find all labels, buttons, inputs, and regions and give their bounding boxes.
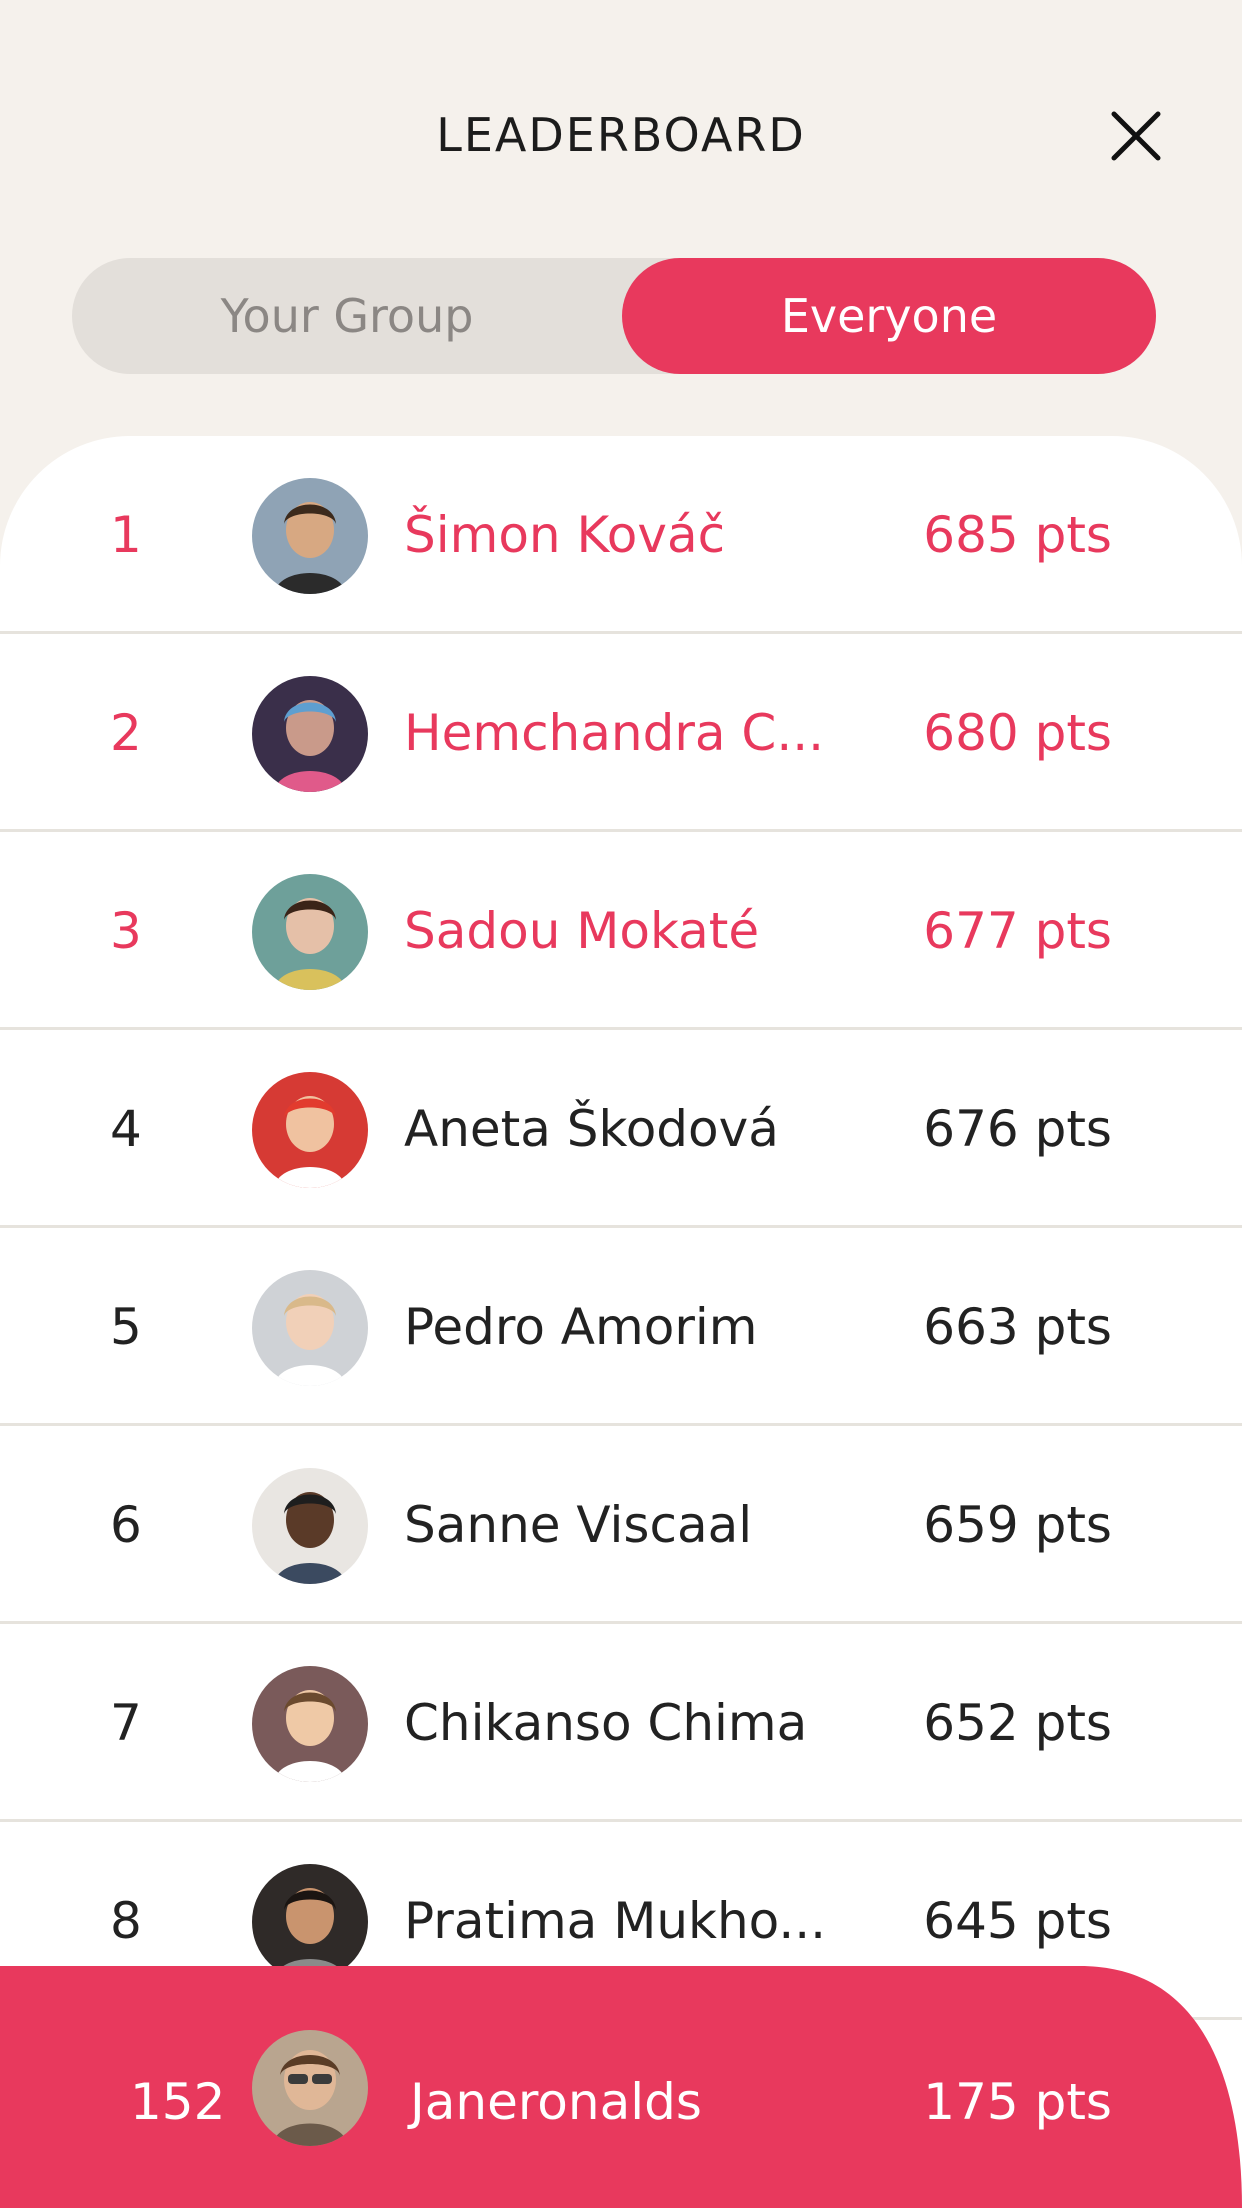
close-button[interactable] [1108,108,1164,164]
rank-number: 5 [110,1298,142,1356]
page-title: LEADERBOARD [436,108,806,162]
tab-your-group[interactable]: Your Group [72,258,622,374]
player-name: Chikanso Chima [404,1694,808,1752]
player-points: 663 pts [923,1298,1112,1356]
avatar [252,676,368,792]
current-user-rank: 152 [130,2073,226,2131]
player-name: Sadou Mokaté [404,902,760,960]
avatar [252,874,368,990]
player-points: 685 pts [923,506,1112,564]
player-points: 680 pts [923,704,1112,762]
avatar [252,478,368,594]
avatar [252,1072,368,1188]
current-user-avatar [252,2030,368,2146]
leaderboard-row[interactable]: 3 Sadou Mokaté 677 pts [0,832,1242,1030]
header: LEADERBOARD [0,0,1242,240]
rank-number: 2 [110,704,142,762]
rank-number: 4 [110,1100,142,1158]
leaderboard-row[interactable]: 1 Šimon Kováč 685 pts [0,436,1242,634]
leaderboard-scope-toggle: Your Group Everyone [72,258,1156,374]
avatar [252,1270,368,1386]
current-user-points: 175 pts [923,2073,1112,2131]
rank-number: 7 [110,1694,142,1752]
leaderboard-row[interactable]: 6 Sanne Viscaal 659 pts [0,1426,1242,1624]
player-name: Pedro Amorim [404,1298,758,1356]
leaderboard-list: 1 Šimon Kováč 685 pts 2 Hemchandra C... 680 p… [0,436,1242,2208]
avatar [252,1666,368,1782]
leaderboard-row[interactable]: 2 Hemchandra C... 680 pts [0,634,1242,832]
player-name: Šimon Kováč [404,506,726,564]
player-points: 652 pts [923,1694,1112,1752]
player-name: Hemchandra C... [404,704,824,762]
player-points: 676 pts [923,1100,1112,1158]
player-points: 677 pts [923,902,1112,960]
leaderboard-row[interactable]: 5 Pedro Amorim 663 pts [0,1228,1242,1426]
player-name: Aneta Škodová [404,1100,779,1158]
rank-number: 1 [110,506,142,564]
tab-everyone[interactable]: Everyone [622,258,1156,374]
rank-number: 3 [110,902,142,960]
close-icon [1111,111,1161,161]
current-user-name: Janeronalds [410,2073,702,2131]
player-points: 659 pts [923,1496,1112,1554]
leaderboard-row[interactable]: 7 Chikanso Chima 652 pts [0,1624,1242,1822]
avatar [252,1864,368,1980]
player-name: Sanne Viscaal [404,1496,753,1554]
current-user-row[interactable]: 152 Janeronalds 175 pts [0,1966,1242,2208]
avatar [252,1468,368,1584]
leaderboard-row[interactable]: 4 Aneta Škodová 676 pts [0,1030,1242,1228]
rank-number: 6 [110,1496,142,1554]
